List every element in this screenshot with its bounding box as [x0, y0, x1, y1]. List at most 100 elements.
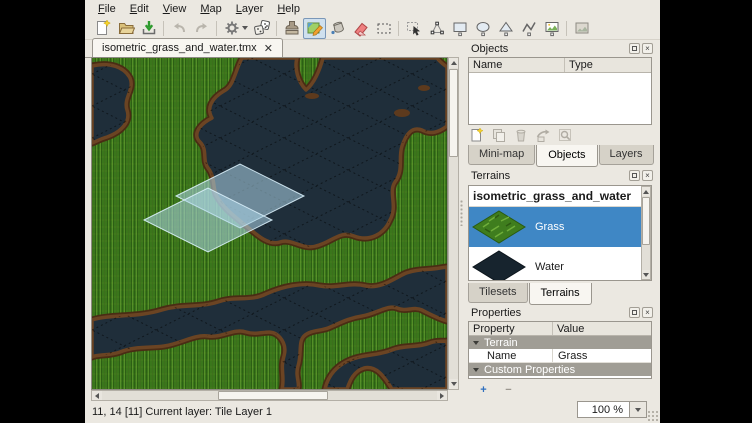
bucket-icon: [329, 19, 347, 37]
insert-ellipse-tool-button[interactable]: [471, 18, 494, 39]
water-layer: [92, 58, 447, 389]
toolbar-separator: [566, 21, 567, 36]
menu-layer[interactable]: Layer: [229, 2, 271, 16]
tab-terrains[interactable]: Terrains: [529, 283, 592, 305]
property-value-cell[interactable]: Grass: [553, 350, 587, 362]
save-file-button[interactable]: [137, 18, 160, 39]
canvas-vscrollbar[interactable]: [448, 57, 459, 390]
insert-polygon-tool-button[interactable]: [494, 18, 517, 39]
terrains-list[interactable]: isometric_grass_and_water Grass Water: [468, 185, 652, 281]
objects-column-type[interactable]: Type: [565, 58, 651, 72]
select-objects-tool-button[interactable]: [402, 18, 425, 39]
objects-list[interactable]: Name Type: [468, 57, 652, 125]
window-resize-grip[interactable]: [647, 410, 659, 422]
toolbar-separator: [163, 21, 164, 36]
objects-column-name[interactable]: Name: [469, 58, 565, 72]
scroll-down-icon[interactable]: [449, 379, 458, 389]
properties-panel-title: Properties: [471, 307, 521, 319]
new-file-icon: [94, 19, 112, 37]
properties-column-property[interactable]: Property: [469, 322, 553, 335]
terrain-brush-tool-button[interactable]: [303, 18, 326, 39]
property-name-cell: Name: [469, 349, 553, 362]
image-layer-tool-button[interactable]: [570, 18, 593, 39]
menu-view[interactable]: View: [156, 2, 194, 16]
properties-column-value[interactable]: Value: [553, 322, 651, 335]
zoom-dropdown-button[interactable]: [630, 401, 647, 418]
properties-panel-titlebar: Properties ×: [465, 305, 655, 320]
float-panel-icon[interactable]: [629, 170, 640, 181]
scroll-down-icon[interactable]: [642, 270, 650, 279]
bucket-fill-tool-button[interactable]: [326, 18, 349, 39]
insert-tile-object-tool-button[interactable]: [540, 18, 563, 39]
zoom-value[interactable]: 100 %: [577, 401, 630, 418]
tab-mini-map[interactable]: Mini-map: [468, 145, 535, 165]
menu-help[interactable]: Help: [270, 2, 307, 16]
remove-property-button[interactable]: −: [500, 383, 517, 396]
close-panel-icon[interactable]: ×: [642, 307, 653, 318]
float-panel-icon[interactable]: [629, 307, 640, 318]
float-panel-icon[interactable]: [629, 43, 640, 54]
dock-tabbar-objects: Mini-map Objects Layers: [465, 145, 655, 167]
close-panel-icon[interactable]: ×: [642, 170, 653, 181]
collapse-icon: [473, 368, 479, 372]
vscroll-thumb[interactable]: [449, 69, 458, 157]
terrain-item-water[interactable]: Water: [469, 247, 651, 281]
terrain-brush-icon: [306, 19, 324, 37]
tab-layers[interactable]: Layers: [599, 145, 654, 165]
hscroll-thumb[interactable]: [218, 391, 328, 400]
new-map-button[interactable]: [91, 18, 114, 39]
map-canvas[interactable]: [92, 58, 447, 389]
add-property-button[interactable]: +: [475, 383, 492, 396]
edit-polygons-tool-button[interactable]: [425, 18, 448, 39]
insert-polyline-tool-button[interactable]: [517, 18, 540, 39]
terrains-vscrollbar[interactable]: [641, 186, 651, 280]
toolbar: [85, 17, 660, 40]
tileset-group-header[interactable]: isometric_grass_and_water: [469, 186, 651, 207]
move-objects-icon[interactable]: [535, 127, 551, 143]
toolbar-separator: [276, 21, 277, 36]
rectangular-select-tool-button[interactable]: [372, 18, 395, 39]
insert-rectangle-tool-button[interactable]: [448, 18, 471, 39]
menu-file[interactable]: File: [91, 2, 123, 16]
chevron-down-icon: [635, 408, 641, 412]
canvas-hscrollbar[interactable]: [91, 390, 448, 401]
eraser-tool-button[interactable]: [349, 18, 372, 39]
terrains-panel-title: Terrains: [471, 170, 510, 182]
properties-toolbar: + −: [475, 383, 517, 396]
properties-table[interactable]: Property Value Terrain Name Grass Custom…: [468, 321, 652, 379]
stamp-brush-tool-button[interactable]: [280, 18, 303, 39]
open-file-button[interactable]: [114, 18, 137, 39]
duplicate-object-icon[interactable]: [491, 127, 507, 143]
menu-map[interactable]: Map: [193, 2, 228, 16]
status-text: 11, 14 [11] Current layer: Tile Layer 1: [92, 406, 272, 418]
menu-edit[interactable]: Edit: [123, 2, 156, 16]
insert-tile-icon: [543, 19, 561, 37]
close-panel-icon[interactable]: ×: [642, 43, 653, 54]
add-object-icon[interactable]: [469, 127, 485, 143]
execute-command-button[interactable]: [220, 18, 250, 39]
isometric-map: [92, 58, 447, 389]
scroll-up-icon[interactable]: [642, 187, 650, 196]
terrains-scroll-thumb[interactable]: [642, 197, 650, 245]
terrain-item-grass[interactable]: Grass: [469, 207, 651, 247]
dock-splitter-handle[interactable]: [460, 200, 463, 226]
tab-tilesets[interactable]: Tilesets: [468, 283, 528, 303]
tab-close-icon[interactable]: ✕: [264, 42, 273, 55]
tab-objects[interactable]: Objects: [536, 145, 597, 167]
property-row-name[interactable]: Name Grass: [469, 349, 651, 363]
terrain-item-label: Water: [535, 261, 564, 273]
goto-object-icon[interactable]: [557, 127, 573, 143]
scroll-up-icon[interactable]: [449, 58, 458, 68]
redo-button[interactable]: [190, 18, 213, 39]
scroll-left-icon[interactable]: [92, 391, 102, 400]
toolbar-separator: [398, 21, 399, 36]
scroll-right-icon[interactable]: [437, 391, 447, 400]
remove-object-icon[interactable]: [513, 127, 529, 143]
random-mode-button[interactable]: [250, 18, 273, 39]
open-folder-icon: [117, 19, 135, 37]
property-group-custom[interactable]: Custom Properties: [469, 363, 651, 376]
undo-button[interactable]: [167, 18, 190, 39]
property-group-terrain[interactable]: Terrain: [469, 336, 651, 349]
document-tab[interactable]: isometric_grass_and_water.tmx ✕: [92, 38, 283, 57]
right-dock: Objects × Name Type: [465, 39, 655, 423]
